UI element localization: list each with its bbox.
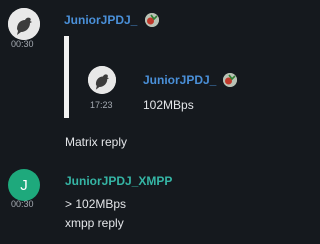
pigeon-icon <box>88 66 116 94</box>
quoted-timestamp: 17:23 <box>90 100 113 110</box>
message-text: Matrix reply <box>65 135 128 149</box>
message-timestamp: 00:30 <box>11 39 34 49</box>
user-avatar[interactable] <box>8 8 40 40</box>
message-timestamp: 00:30 <box>11 199 34 209</box>
user-avatar[interactable]: J <box>8 169 40 201</box>
message-line: xmpp reply <box>65 216 124 230</box>
pigeon-icon <box>8 8 40 40</box>
quoted-avatar <box>88 66 116 94</box>
avatar-letter: J <box>20 176 28 194</box>
sender-name[interactable]: JuniorJPDJ_ <box>64 13 137 27</box>
quoted-sender-name[interactable]: JuniorJPDJ_ <box>143 73 216 87</box>
reply-quote-bar <box>64 36 69 118</box>
presence-badge-icon <box>145 13 159 27</box>
quoted-message-text: 102MBps <box>143 98 194 112</box>
sender-name[interactable]: JuniorJPDJ_XMPP <box>65 174 172 188</box>
presence-badge-icon <box>223 73 237 87</box>
message-line: > 102MBps <box>65 197 127 211</box>
